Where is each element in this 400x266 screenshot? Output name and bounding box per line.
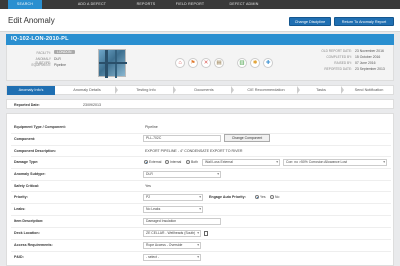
equipment-type-label: Equipment Type / Component:	[14, 125, 66, 129]
deck-location-label: Deck Location:	[14, 231, 40, 235]
equipment-value: Pipeline	[54, 63, 67, 67]
delete-icon[interactable]: ✕	[201, 58, 211, 68]
auto-priority-no-radio[interactable]	[270, 195, 274, 199]
component-input[interactable]: PLL-702C	[143, 135, 221, 142]
nav-tab-add-defect[interactable]: ADD A DEFECT	[70, 0, 114, 9]
anomaly-subtype-select[interactable]: DLR	[143, 171, 221, 178]
component-description-value: EXPORT PIPELINE - 4" CONDENSATE EXPORT T…	[145, 149, 243, 153]
home-icon[interactable]: ⌂	[175, 58, 185, 68]
tab-testing-info[interactable]: Testing Info	[119, 86, 173, 95]
tab-anomaly-details[interactable]: Anomaly Details	[59, 86, 115, 95]
nav-tab-defect-admin[interactable]: DEFECT ADMIN	[222, 0, 266, 9]
access-requirements-label: Access Requirements:	[14, 243, 53, 247]
anomaly-info-form: Equipment Type / Component: Pipeline Com…	[6, 113, 394, 266]
change-discipline-button[interactable]: Change Discipline	[289, 17, 331, 26]
component-description-label: Component Description:	[14, 149, 56, 153]
auto-priority-no-label: No	[275, 195, 280, 199]
item-description-label: Item Description:	[14, 219, 44, 223]
anomaly-header-band: IQ-102-LON-2010-PL	[6, 34, 394, 45]
safety-critical-label: Safety Critical:	[14, 184, 40, 188]
auto-priority-label: Engage Auto Priority:	[209, 195, 246, 199]
completed-by-value: 15 October 2016	[355, 55, 381, 59]
deck-location-select[interactable]: ZE CELLAR - Wellheads (South)	[143, 230, 201, 237]
nav-tab-search[interactable]: SEARCH	[8, 0, 42, 9]
leaks-label: Leaks:	[14, 207, 26, 211]
damage-detail-select[interactable]: Corr. no >50% Corrosion Allowance Lost	[283, 159, 387, 166]
tab-cie-recommendation[interactable]: CIE Recommendation	[235, 86, 297, 95]
plus-icon[interactable]: ✚	[263, 58, 273, 68]
priority-label: Priority:	[14, 195, 28, 199]
damage-type-label: Damage Type:	[14, 160, 39, 164]
damage-type-select[interactable]: Wall Loss External	[202, 159, 280, 166]
tab-documents[interactable]: Documents	[177, 86, 231, 95]
tab-tasks[interactable]: Tasks	[301, 86, 341, 95]
auto-priority-yes-label: Yes	[260, 195, 266, 199]
anomaly-subtype-label: Anomaly Subtype:	[14, 172, 46, 176]
flag-icon[interactable]: ⚑	[188, 58, 198, 68]
damage-internal-radio[interactable]	[165, 160, 169, 164]
priority-select[interactable]: P2	[143, 194, 203, 201]
auto-priority-yes-radio[interactable]	[255, 195, 259, 199]
nav-tab-field-report[interactable]: FIELD REPORT	[168, 0, 212, 9]
title-bar: Edit Anomaly Change Discipline Return To…	[0, 9, 400, 32]
nav-tab-reports[interactable]: REPORTS	[128, 0, 164, 9]
damage-both-label: Both	[191, 160, 198, 164]
change-component-button[interactable]: Change Component	[224, 134, 270, 142]
reported-date-value: 23 September 2013	[355, 67, 385, 71]
tab-send-notification[interactable]: Send Notification	[345, 86, 393, 95]
facility-value: LONDON	[54, 50, 75, 54]
damage-external-label: External	[149, 160, 162, 164]
component-label: Component:	[14, 137, 36, 141]
tools-icon[interactable]: ✱	[250, 58, 260, 68]
anomaly-tabs: Anomaly Info's Anomaly Details Testing I…	[6, 85, 394, 95]
damage-internal-label: Internal	[170, 160, 182, 164]
chart-icon[interactable]: ▥	[237, 58, 247, 68]
reported-date-field-value: 23/09/2013	[83, 103, 101, 107]
anomaly-summary-panel: FACILITY: LONDON ANOMALY SUBTYPE: DLR EQ…	[6, 45, 394, 81]
tab-anomaly-info[interactable]: Anomaly Info's	[7, 86, 55, 95]
equipment-type-value: Pipeline	[145, 125, 158, 129]
leaks-select[interactable]: No Leaks	[143, 206, 203, 213]
p-and-id-select[interactable]: - select -	[143, 254, 201, 261]
p-and-id-label: P&ID:	[14, 255, 24, 259]
old-report-date-value: 23 November 2016	[355, 49, 384, 53]
raised-by-label: RAISED BY:	[334, 61, 352, 65]
reported-date-field-label: Reported Date:	[14, 103, 40, 107]
damage-both-radio[interactable]	[186, 160, 190, 164]
subtype-value: DLR	[54, 57, 61, 61]
anomaly-id: IQ-102-LON-2010-PL	[11, 36, 69, 42]
old-report-date-label: OLD REPORT DATE:	[321, 49, 352, 53]
item-description-input[interactable]: Damaged Insulation	[143, 218, 221, 225]
completed-by-label: COMPLETED BY:	[326, 55, 352, 59]
top-navigation: SEARCH ADD A DEFECT REPORTS FIELD REPORT…	[0, 0, 400, 9]
equipment-label: EQUIPMENT:	[31, 63, 51, 67]
reported-date-row: Reported Date: 23/09/2013	[6, 99, 394, 109]
facility-label: FACILITY:	[36, 51, 51, 55]
raised-by-value: 07 June 2016	[355, 61, 376, 65]
reported-date-label: REPORTED DATE:	[324, 67, 352, 71]
edit-anomaly-page: SEARCH ADD A DEFECT REPORTS FIELD REPORT…	[0, 0, 400, 266]
safety-critical-value: Yes	[145, 184, 151, 188]
access-requirements-select[interactable]: Rope Access - Overside	[143, 242, 201, 249]
document-icon[interactable]: ▤	[214, 58, 224, 68]
calendar-icon[interactable]	[204, 231, 208, 236]
return-to-report-button[interactable]: Return To Anomaly Report	[334, 17, 394, 26]
anomaly-photo[interactable]	[98, 49, 127, 78]
damage-external-radio[interactable]	[144, 160, 148, 164]
page-title: Edit Anomaly	[8, 16, 55, 25]
